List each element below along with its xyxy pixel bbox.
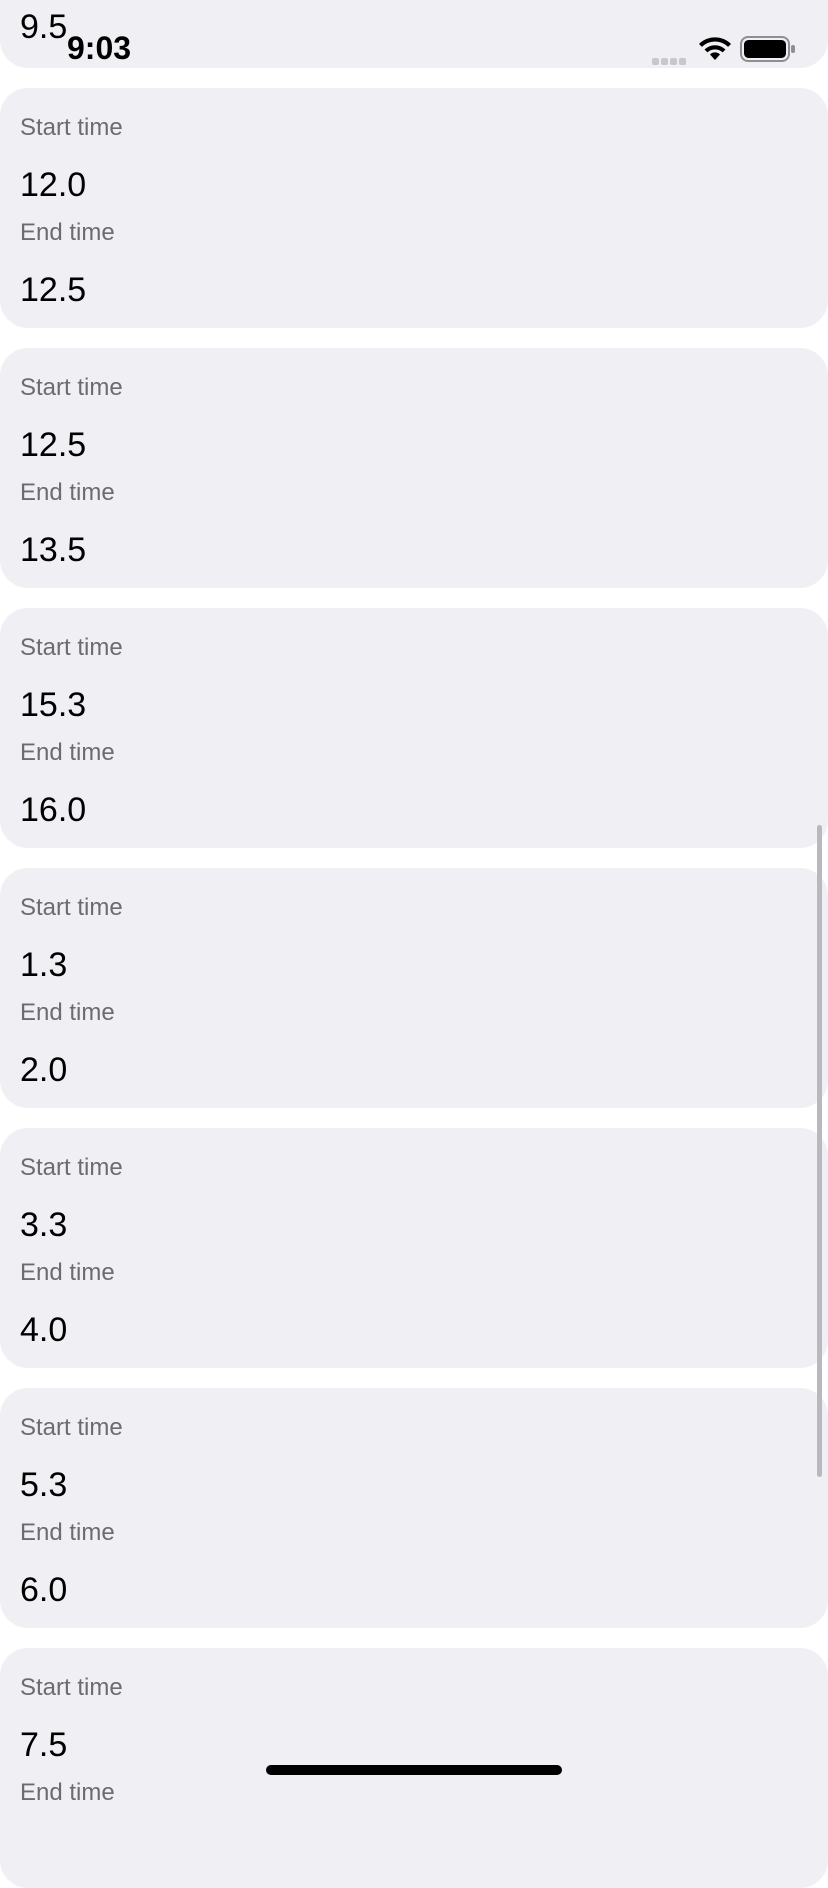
end-time-label: End time xyxy=(20,999,115,1026)
status-time: 9:03 xyxy=(67,30,132,66)
time-card[interactable]: Start time 5.3 End time 6.0 xyxy=(0,1388,828,1628)
time-card[interactable]: Start time 12.5 End time 13.5 xyxy=(0,348,828,588)
end-time-label: End time xyxy=(20,479,115,506)
start-time-label: Start time xyxy=(20,1674,123,1701)
cellular-signal-icon xyxy=(652,52,688,70)
end-time-label: End time xyxy=(20,1779,115,1806)
end-time-value: 6.0 xyxy=(20,1571,68,1609)
end-time-label: End time xyxy=(20,1259,115,1286)
end-time-label: End time xyxy=(20,219,115,246)
start-time-value: 5.3 xyxy=(20,1466,68,1504)
time-card[interactable]: Start time 15.3 End time 16.0 xyxy=(0,608,828,848)
start-time-label: Start time xyxy=(20,1414,123,1441)
battery-icon xyxy=(740,36,796,67)
time-card[interactable]: Start time 12.0 End time 12.5 xyxy=(0,88,828,328)
end-time-value: 12.5 xyxy=(20,271,87,309)
start-time-value: 12.5 xyxy=(20,426,87,464)
end-time-value: 13.5 xyxy=(20,531,87,569)
end-time-value: 2.0 xyxy=(20,1051,68,1089)
start-time-label: Start time xyxy=(20,894,123,921)
start-time-value: 12.0 xyxy=(20,166,87,204)
end-time-label: End time xyxy=(20,1519,115,1546)
wifi-icon xyxy=(698,36,732,67)
time-card[interactable]: Start time 1.3 End time 2.0 xyxy=(0,868,828,1108)
end-time-value: 4.0 xyxy=(20,1311,68,1349)
start-time-label: Start time xyxy=(20,634,123,661)
home-indicator[interactable] xyxy=(266,1765,562,1775)
start-time-value: 3.3 xyxy=(20,1206,68,1244)
start-time-value: 1.3 xyxy=(20,946,68,984)
status-bar: 9:03 xyxy=(0,0,828,66)
end-time-label: End time xyxy=(20,739,115,766)
start-time-label: Start time xyxy=(20,374,123,401)
end-time-value: 16.0 xyxy=(20,791,87,829)
time-card[interactable]: Start time 3.3 End time 4.0 xyxy=(0,1128,828,1368)
start-time-label: Start time xyxy=(20,1154,123,1181)
start-time-value: 15.3 xyxy=(20,686,87,724)
start-time-value: 7.5 xyxy=(20,1726,68,1764)
start-time-label: Start time xyxy=(20,114,123,141)
vertical-scrollbar[interactable] xyxy=(817,825,822,1477)
